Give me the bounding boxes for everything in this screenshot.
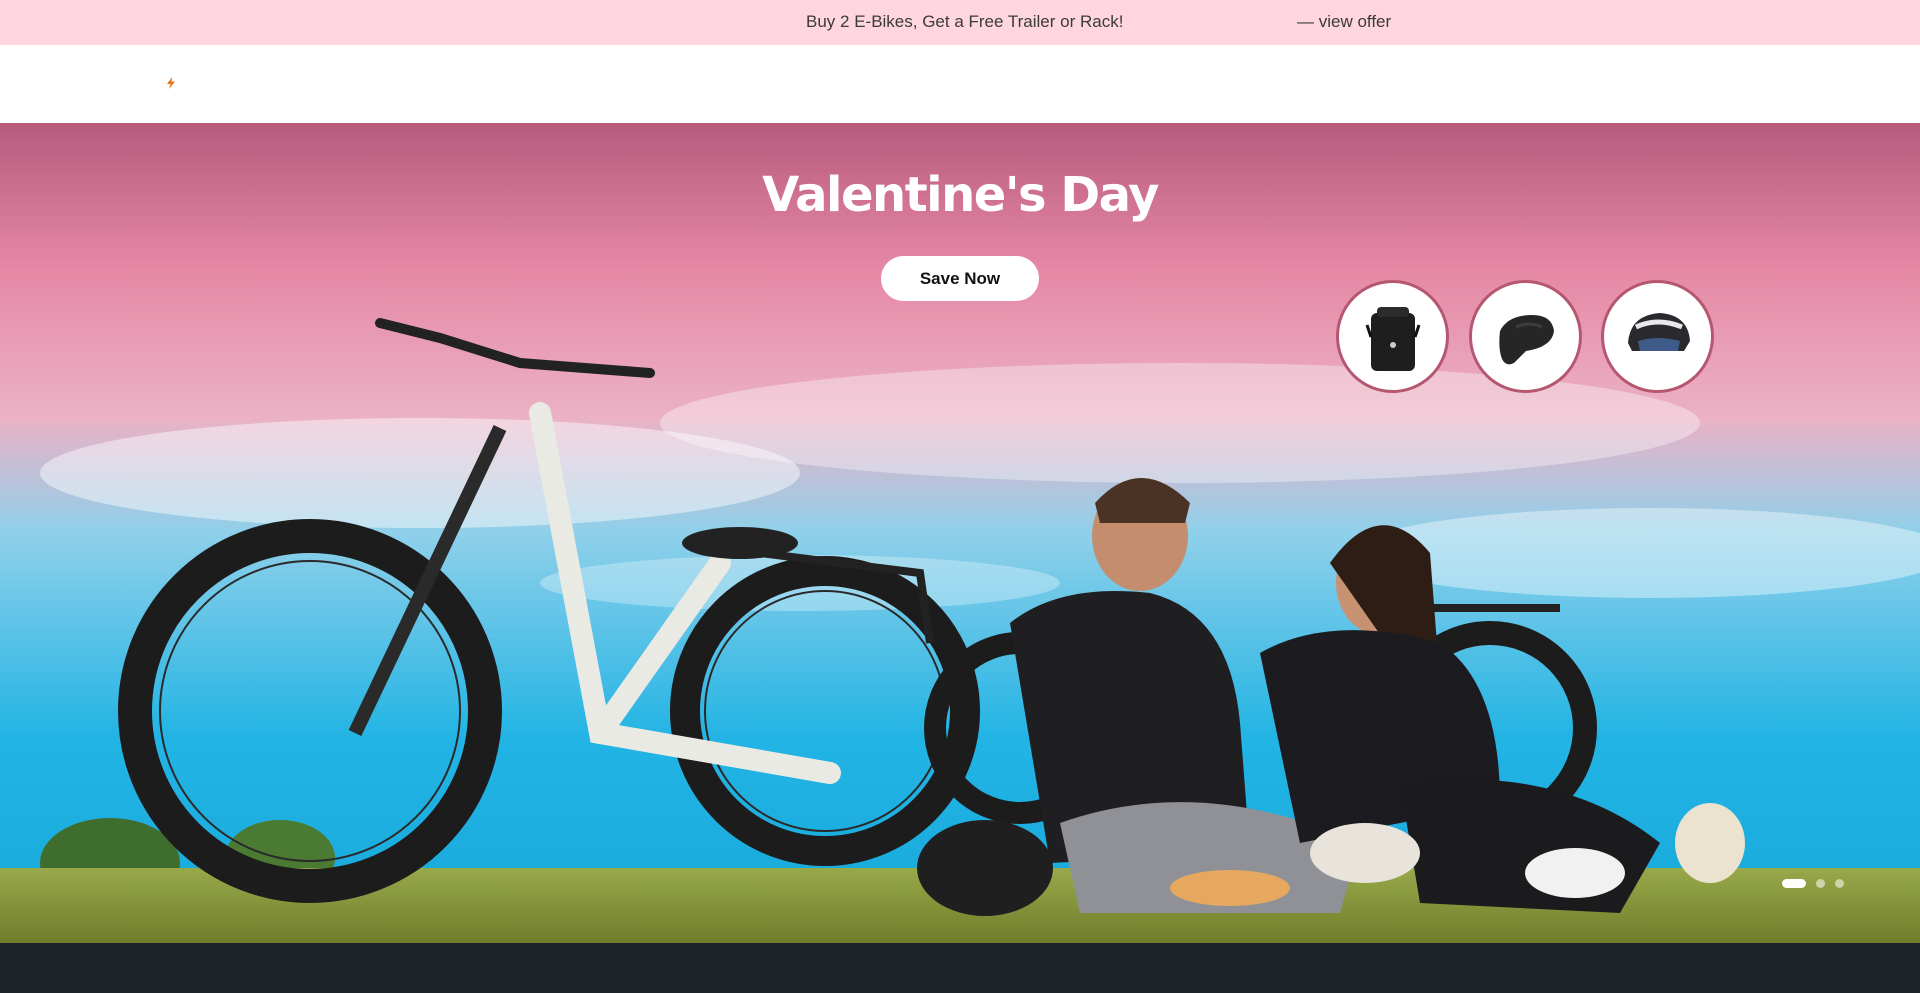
accessory-helmet[interactable] [1601, 280, 1714, 393]
helmet-icon [1627, 312, 1690, 351]
accessory-saddle[interactable] [1469, 280, 1582, 393]
view-offer-link[interactable]: — view offer [1297, 12, 1391, 32]
announcement-message: Buy 2 E-Bikes, Get a Free Trailer or Rac… [806, 12, 1124, 31]
slide-dot-1[interactable] [1782, 879, 1806, 888]
slide-dot-2[interactable] [1816, 879, 1825, 888]
hero-banner: Valentine's Day Save Now [0, 123, 1920, 943]
bag-icon [1365, 306, 1420, 371]
slide-dot-3[interactable] [1835, 879, 1844, 888]
save-now-button[interactable]: Save Now [881, 256, 1039, 301]
hero-title: Valentine's Day [762, 167, 1159, 223]
bolt-icon[interactable] [164, 76, 178, 90]
slide-indicators [1782, 879, 1844, 888]
hero-image [0, 123, 1920, 943]
footer-band [0, 943, 1920, 993]
site-header [0, 45, 1920, 123]
accessory-bag[interactable] [1336, 280, 1449, 393]
announcement-bar: Buy 2 E-Bikes, Get a Free Trailer or Rac… [0, 0, 1920, 45]
saddle-icon [1498, 314, 1554, 364]
